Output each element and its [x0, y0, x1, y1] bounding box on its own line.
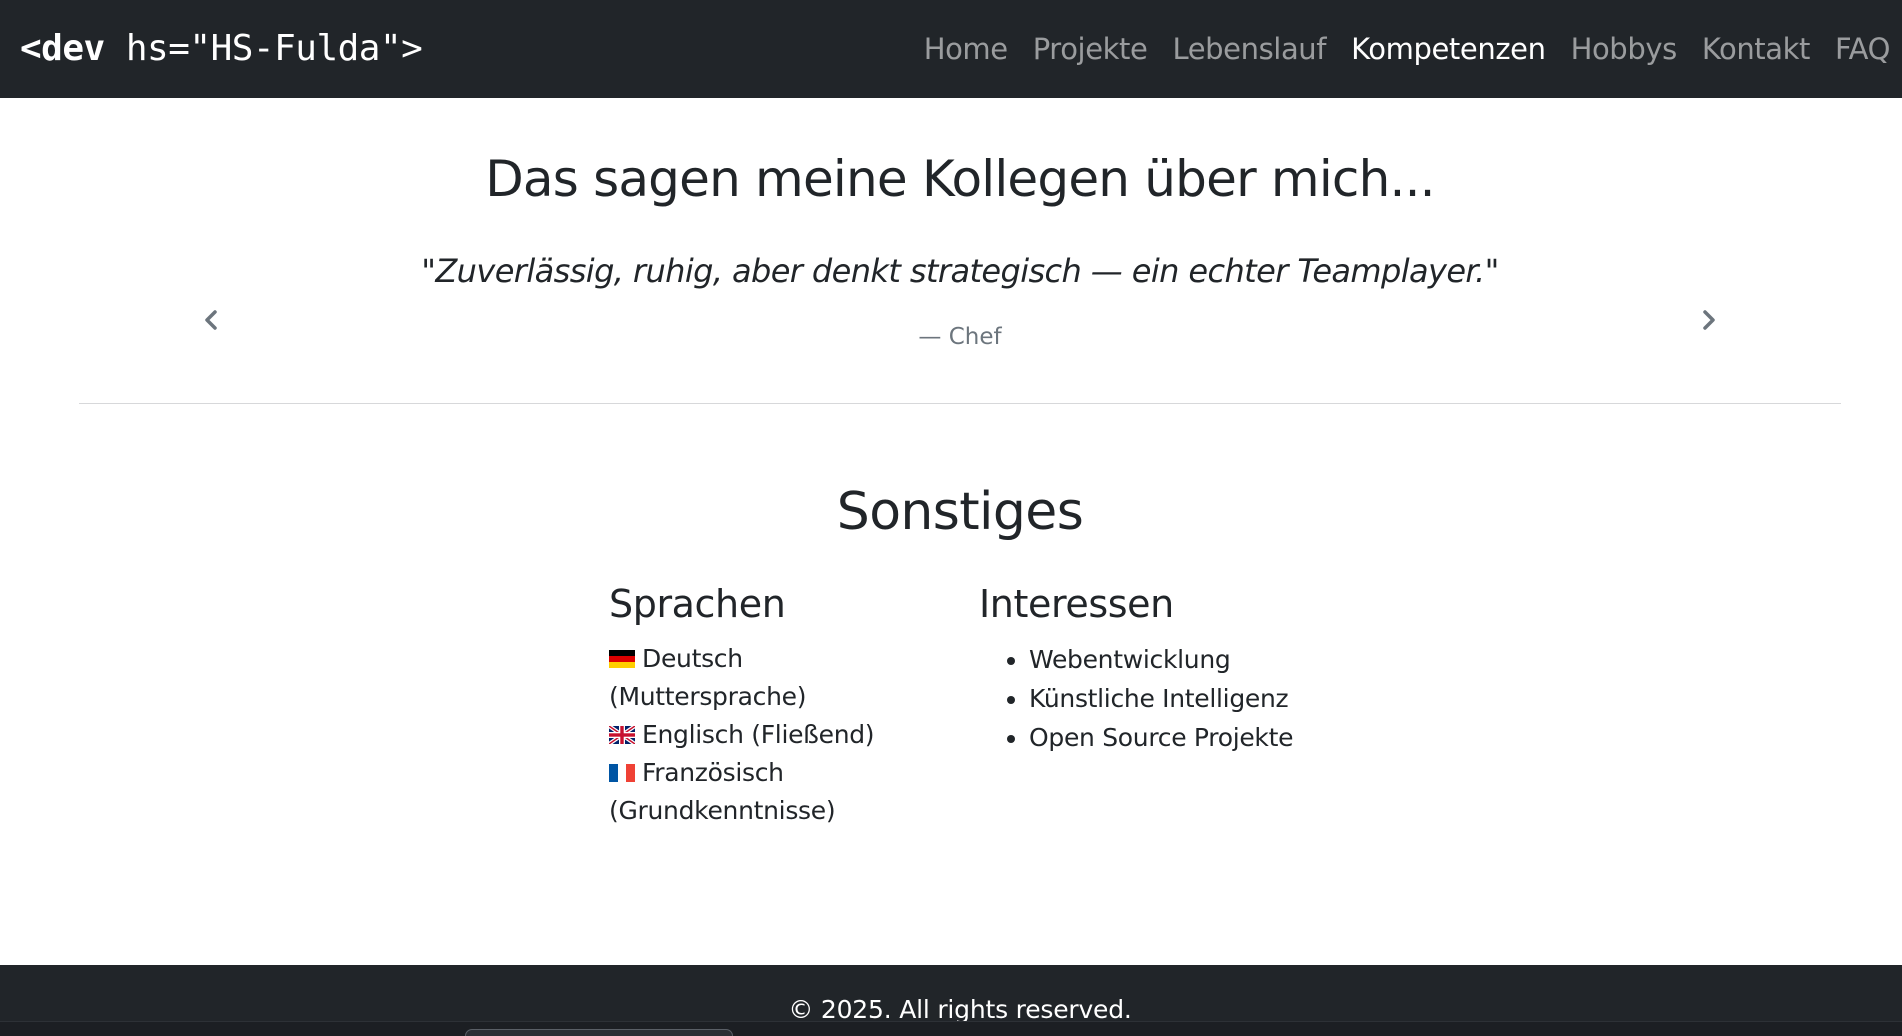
interests-list: Webentwicklung Künstliche Intelligenz Op…	[979, 640, 1399, 757]
language-item: Französisch (Grundkenntnisse)	[609, 754, 939, 830]
language-item: Englisch (Fließend)	[609, 716, 939, 754]
flag-france-icon	[609, 764, 635, 782]
footer: © 2025. All rights reserved.	[0, 965, 1902, 1036]
interest-item: Open Source Projekte	[1029, 718, 1399, 757]
flag-germany-icon	[609, 650, 635, 668]
nav-link-lebenslauf[interactable]: Lebenslauf	[1172, 32, 1326, 66]
brand-logo[interactable]: <dev hs="HS-Fulda">	[20, 28, 423, 69]
footer-copyright: © 2025. All rights reserved.	[788, 995, 1132, 1024]
main-nav: Home Projekte Lebenslauf Kompetenzen Hob…	[899, 0, 1891, 98]
language-label: Deutsch (Muttersprache)	[609, 644, 807, 711]
language-item: Deutsch (Muttersprache)	[609, 640, 939, 716]
flag-uk-icon	[609, 726, 635, 744]
languages-title: Sprachen	[609, 582, 786, 626]
carousel-prev-button[interactable]	[191, 300, 231, 340]
section-divider	[79, 403, 1841, 404]
testimonial-quote: "Zuverlässig, ruhig, aber denkt strategi…	[421, 252, 1499, 290]
nav-link-projekte[interactable]: Projekte	[1033, 32, 1148, 66]
carousel-next-button[interactable]	[1689, 300, 1729, 340]
nav-link-hobbys[interactable]: Hobbys	[1571, 32, 1678, 66]
chevron-left-icon	[205, 310, 217, 330]
testimonial-heading: Das sagen meine Kollegen über mich...	[485, 150, 1435, 208]
brand-logo-tag: <dev	[20, 28, 105, 69]
navbar: <dev hs="HS-Fulda"> Home Projekte Lebens…	[0, 0, 1902, 98]
nav-link-kompetenzen[interactable]: Kompetenzen	[1351, 32, 1546, 66]
nav-link-faq[interactable]: FAQ	[1835, 32, 1890, 66]
interest-item: Künstliche Intelligenz	[1029, 679, 1399, 718]
interests-title: Interessen	[979, 582, 1174, 626]
testimonial-author: — Chef	[918, 324, 1002, 350]
taskbar-strip	[0, 1021, 1902, 1036]
language-label: Französisch (Grundkenntnisse)	[609, 758, 836, 825]
languages-list: Deutsch (Muttersprache) Englisch (Fließe…	[609, 640, 939, 830]
nav-link-home[interactable]: Home	[924, 32, 1008, 66]
interest-item: Webentwicklung	[1029, 640, 1399, 679]
chevron-right-icon	[1703, 310, 1715, 330]
brand-logo-attribute: hs="HS-Fulda">	[104, 28, 423, 69]
language-label: Englisch (Fließend)	[642, 720, 875, 749]
sonstiges-title: Sonstiges	[836, 482, 1084, 542]
nav-link-kontakt[interactable]: Kontakt	[1702, 32, 1811, 66]
taskbar-search-box[interactable]	[465, 1029, 733, 1036]
